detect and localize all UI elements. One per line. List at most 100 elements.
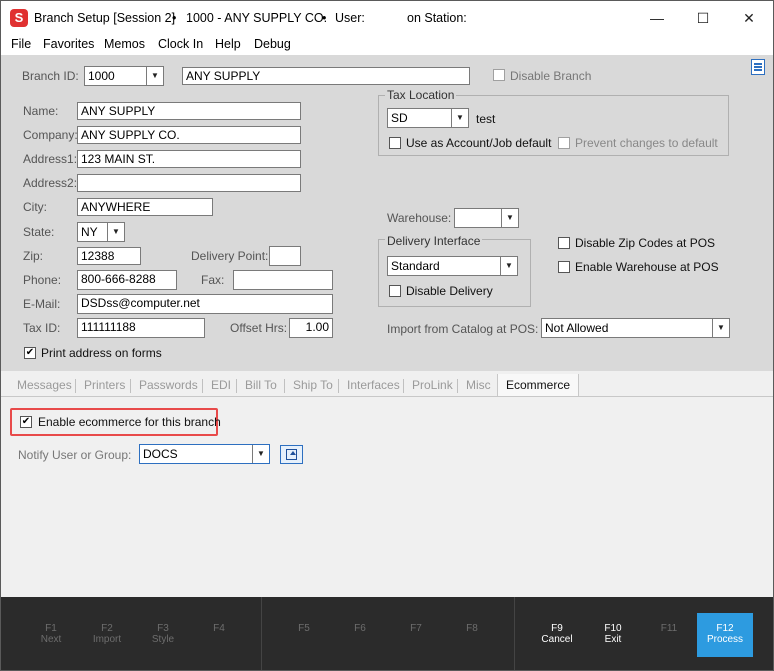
minimize-button[interactable]: —	[634, 1, 680, 35]
disable-delivery-label: Disable Delivery	[406, 284, 493, 298]
fkey-label: Import	[92, 634, 122, 645]
f8-button[interactable]: F8	[444, 597, 500, 670]
city-label: City:	[23, 200, 47, 214]
address1-input[interactable]: 123 MAIN ST.	[77, 150, 301, 168]
tax-location-value: SD	[391, 111, 408, 125]
enable-warehouse-checkbox[interactable]	[558, 261, 570, 273]
use-as-default-label: Use as Account/Job default	[406, 136, 552, 150]
fkey-code: F9	[551, 623, 563, 634]
disable-delivery-checkbox[interactable]	[389, 285, 401, 297]
offset-hrs-label: Offset Hrs:	[230, 321, 288, 335]
tab-misc[interactable]: Misc	[466, 378, 491, 392]
f4-button[interactable]: F4	[191, 597, 247, 670]
menu-help[interactable]: Help	[215, 37, 241, 51]
f9-cancel-button[interactable]: F9 Cancel	[529, 597, 585, 670]
fkey-code: F3	[157, 623, 169, 634]
import-catalog-combo[interactable]: Not Allowed ▼	[541, 318, 730, 338]
address2-input[interactable]	[77, 174, 301, 192]
offset-hrs-input[interactable]: 1.00	[289, 318, 333, 338]
f3-style-button[interactable]: F3 Style	[135, 597, 191, 670]
maximize-button[interactable]: ☐	[680, 1, 726, 35]
lookup-icon[interactable]	[280, 445, 303, 464]
fkey-code: F5	[298, 623, 310, 634]
tab-ecommerce[interactable]: Ecommerce	[497, 374, 580, 396]
f6-button[interactable]: F6	[332, 597, 388, 670]
menu-file[interactable]: File	[11, 37, 31, 51]
warehouse-combo[interactable]: ▼	[454, 208, 519, 228]
menu-clock-in[interactable]: Clock In	[158, 37, 203, 51]
fkey-label: Process	[706, 634, 744, 645]
tab-edi[interactable]: EDI	[211, 378, 231, 392]
close-button[interactable]: ✕	[726, 1, 772, 35]
tax-id-input[interactable]: 111111188	[77, 318, 205, 338]
menu-favorites[interactable]: Favorites	[43, 37, 94, 51]
delivery-point-input[interactable]	[269, 246, 301, 266]
notify-combo[interactable]: DOCS ▼	[139, 444, 270, 464]
zip-label: Zip:	[23, 249, 44, 263]
tax-location-combo[interactable]: SD ▼	[387, 108, 469, 128]
phone-label: Phone:	[23, 273, 62, 287]
menu-memos[interactable]: Memos	[104, 37, 145, 51]
use-as-default-checkbox[interactable]	[389, 137, 401, 149]
fkey-code: F1	[45, 623, 57, 634]
hamburger-menu-icon[interactable]	[751, 59, 765, 75]
city-input[interactable]: ANYWHERE	[77, 198, 213, 216]
tab-interfaces[interactable]: Interfaces	[347, 378, 400, 392]
branch-name-input[interactable]: ANY SUPPLY	[182, 67, 470, 85]
tab-messages[interactable]: Messages	[17, 378, 72, 392]
tab-printers[interactable]: Printers	[84, 378, 125, 392]
f1-next-button[interactable]: F1 Next	[23, 597, 79, 670]
company-input[interactable]: ANY SUPPLY CO.	[77, 126, 301, 144]
name-input[interactable]: ANY SUPPLY	[77, 102, 301, 120]
branch-id-combo[interactable]: 1000 ▼	[84, 66, 164, 86]
state-label: State:	[23, 225, 55, 239]
tax-location-title: Tax Location	[385, 88, 457, 102]
f12-process-button[interactable]: F12 Process	[697, 613, 753, 657]
fkey-code: F6	[354, 623, 366, 634]
email-input[interactable]: DSDss@computer.net	[77, 294, 333, 314]
state-combo[interactable]: NY ▼	[77, 222, 125, 242]
f10-exit-button[interactable]: F10 Exit	[585, 597, 641, 670]
tab-divider	[130, 379, 131, 393]
zip-input[interactable]: 12388	[77, 247, 141, 265]
tab-passwords[interactable]: Passwords	[139, 378, 198, 392]
state-value: NY	[81, 225, 98, 239]
notify-value: DOCS	[143, 447, 178, 461]
chevron-down-icon[interactable]: ▼	[712, 319, 729, 337]
title-bar: S Branch Setup [Session 2] • 1000 - ANY …	[1, 1, 773, 35]
tab-ship-to[interactable]: Ship To	[293, 378, 333, 392]
phone-input[interactable]: 800-666-8288	[77, 270, 177, 290]
address1-label: Address1:	[23, 152, 78, 166]
prevent-changes-checkbox[interactable]	[558, 137, 570, 149]
window-title: Branch Setup [Session 2]	[34, 11, 176, 25]
fkey-code: F2	[101, 623, 113, 634]
fkey-label: Next	[40, 634, 62, 645]
delivery-interface-combo[interactable]: Standard ▼	[387, 256, 518, 276]
tab-prolink[interactable]: ProLink	[412, 378, 453, 392]
tab-bill-to[interactable]: Bill To	[245, 378, 277, 392]
tax-location-desc: test	[476, 112, 496, 126]
disable-branch-checkbox[interactable]	[493, 69, 505, 81]
delivery-interface-value: Standard	[391, 259, 440, 273]
chevron-down-icon[interactable]: ▼	[107, 223, 124, 241]
email-label: E-Mail:	[23, 297, 61, 311]
f2-import-button[interactable]: F2 Import	[79, 597, 135, 670]
chevron-down-icon[interactable]: ▼	[501, 209, 518, 227]
chevron-down-icon[interactable]: ▼	[451, 109, 468, 127]
menu-debug[interactable]: Debug	[254, 37, 291, 51]
enable-ecommerce-checkbox[interactable]: ✔	[20, 416, 32, 428]
f11-button[interactable]: F11	[641, 597, 697, 670]
tab-divider	[202, 379, 203, 393]
chevron-down-icon[interactable]: ▼	[146, 67, 163, 85]
f7-button[interactable]: F7	[388, 597, 444, 670]
f5-button[interactable]: F5	[276, 597, 332, 670]
tax-id-label: Tax ID:	[23, 321, 61, 335]
name-label: Name:	[23, 104, 59, 118]
disable-zip-checkbox[interactable]	[558, 237, 570, 249]
print-address-checkbox[interactable]: ✔	[24, 347, 36, 359]
address2-label: Address2:	[23, 176, 78, 190]
fax-input[interactable]	[233, 270, 333, 290]
chevron-down-icon[interactable]: ▼	[500, 257, 517, 275]
fax-label: Fax:	[201, 273, 225, 287]
chevron-down-icon[interactable]: ▼	[252, 445, 269, 463]
